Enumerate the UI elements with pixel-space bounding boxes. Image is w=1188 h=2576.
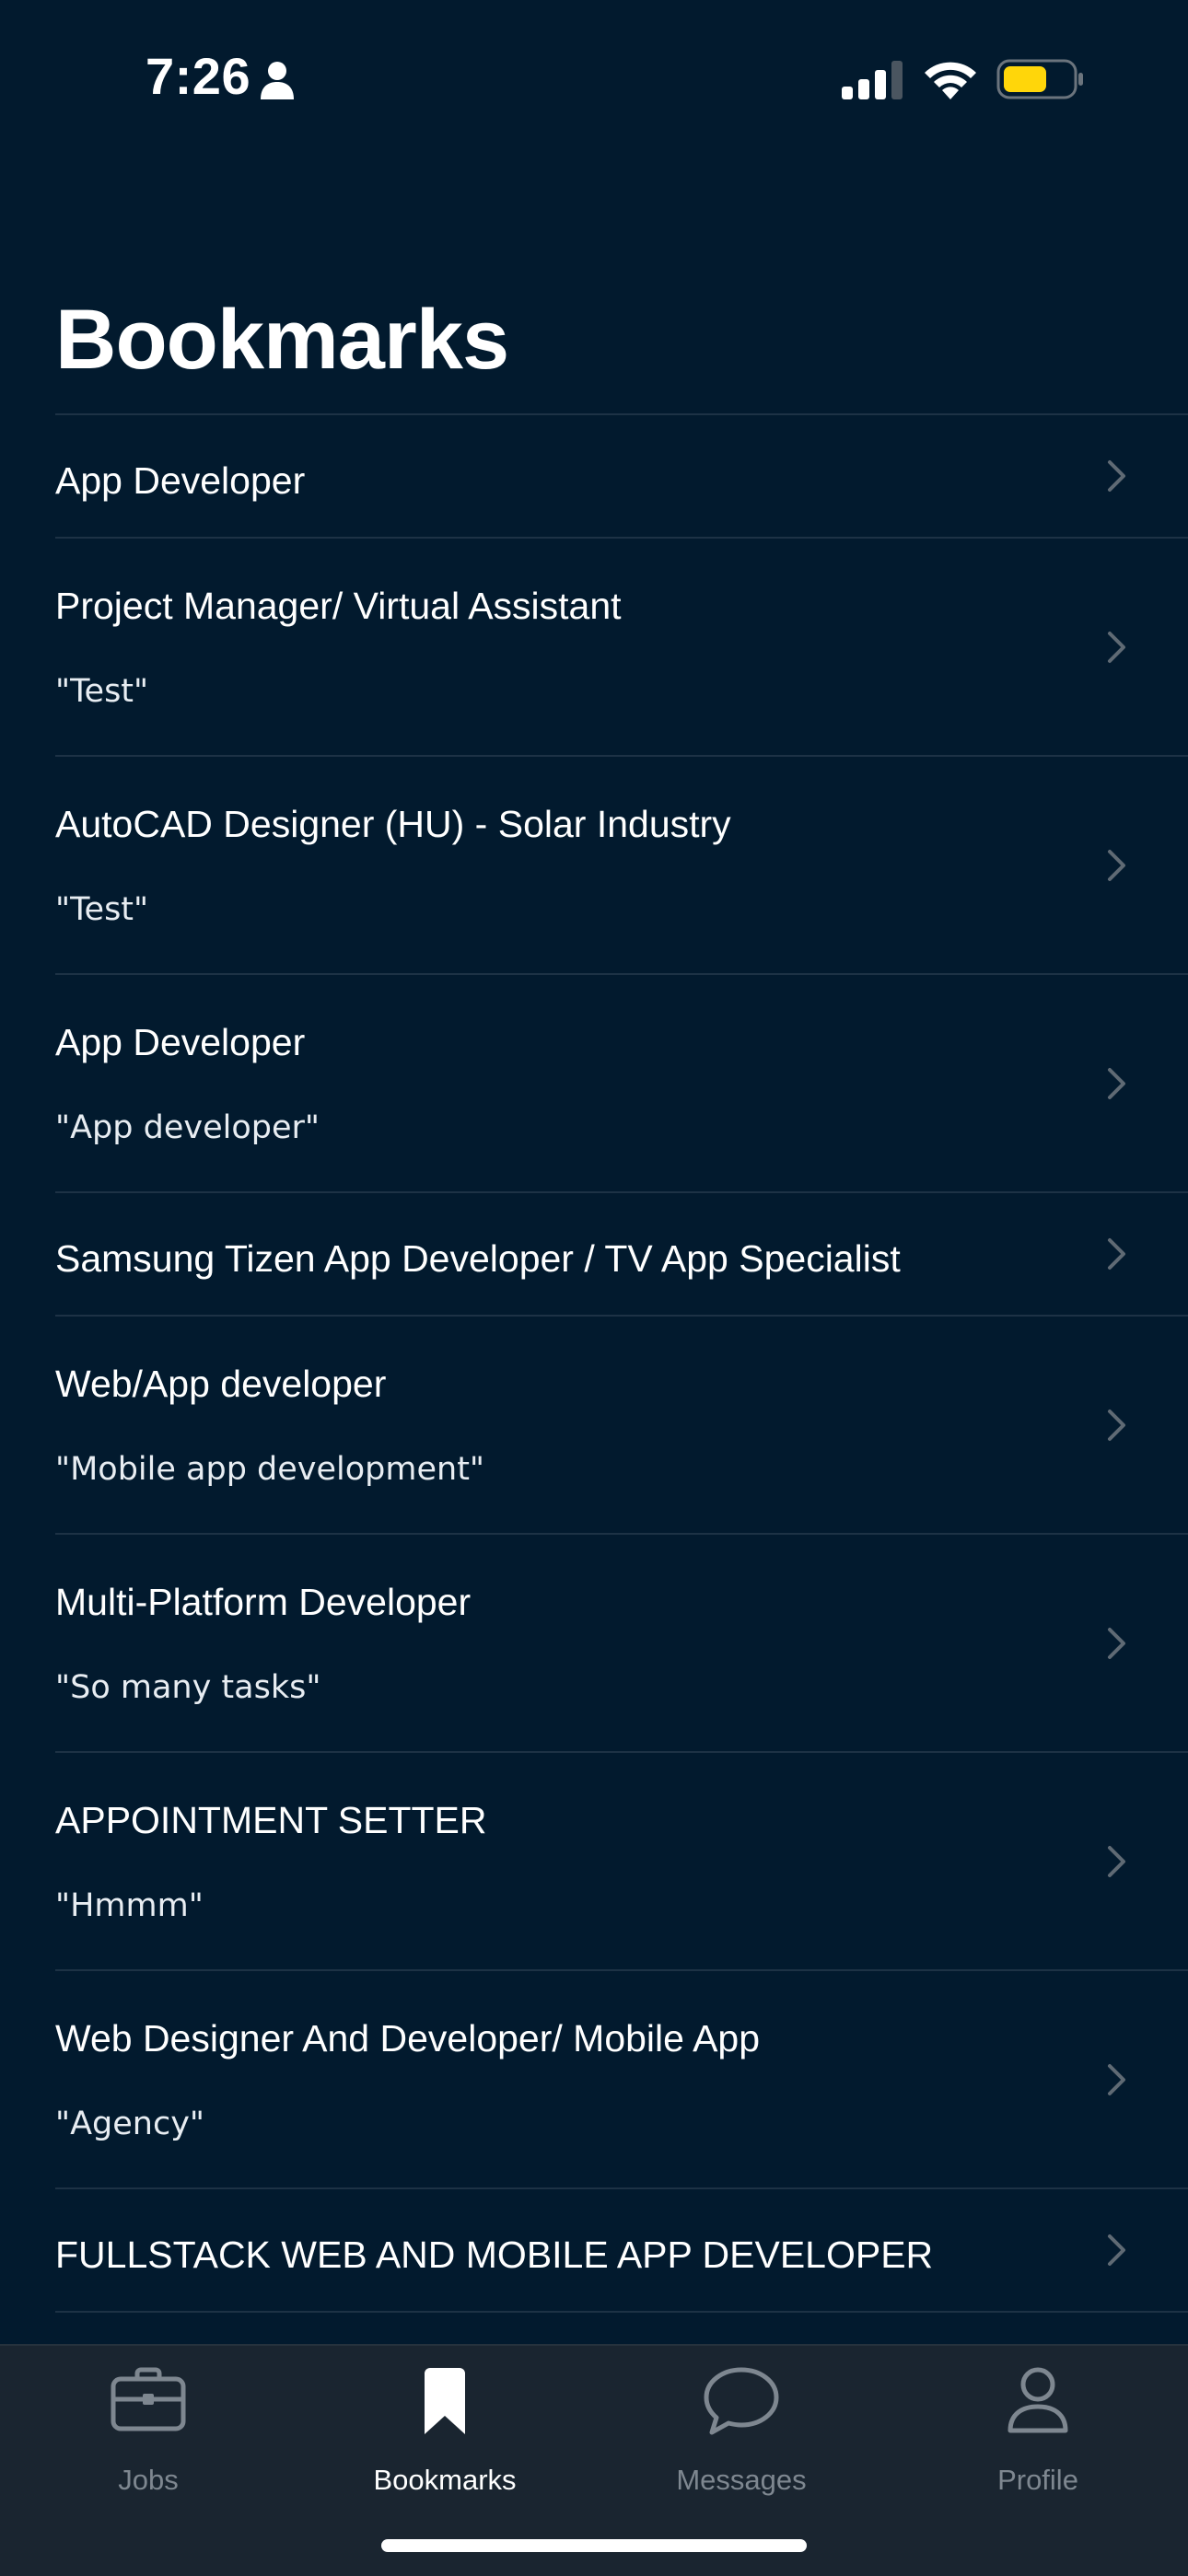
bookmark-note: "Hmmm" [55,1887,204,1924]
status-bar: 7:26 [0,0,1188,166]
bookmark-title: App Developer [55,1021,306,1063]
bookmarks-list: App Developer Project Manager/ Virtual A… [55,413,1188,2313]
bookmark-icon [425,2368,465,2434]
bookmark-row[interactable]: App Developer [55,413,1188,537]
bookmark-title: Web/App developer [55,1363,387,1405]
bookmark-row[interactable]: AutoCAD Designer (HU) - Solar Industry "… [55,755,1188,973]
page-title: Bookmarks [55,293,509,387]
bookmark-row[interactable]: App Developer "App developer" [55,973,1188,1191]
chevron-right-icon [1108,2064,1125,2095]
chevron-right-icon [1108,1628,1125,1659]
status-time: 7:26 [146,47,251,105]
bookmark-note: "App developer" [55,1109,320,1146]
person-icon [261,62,294,99]
bookmark-note: "Test" [55,673,149,710]
chevron-right-icon [1108,1238,1125,1270]
list-divider [55,2311,1188,2313]
tab-label: Profile [997,2464,1078,2496]
chevron-right-icon [1108,1068,1125,1099]
chevron-right-icon [1108,1410,1125,1441]
bookmark-title: Multi-Platform Developer [55,1581,472,1623]
tab-label: Jobs [118,2464,179,2496]
bookmark-title: APPOINTMENT SETTER [55,1799,487,1841]
tab-label: Messages [676,2464,807,2496]
home-indicator[interactable] [381,2539,807,2552]
person-icon [1007,2367,1068,2433]
tab-jobs[interactable]: Jobs [0,2346,297,2530]
bookmark-note: "Test" [55,891,149,928]
signal-icon [842,61,903,99]
bookmark-title: App Developer [55,459,306,502]
bookmark-row[interactable]: Web/App developer "Mobile app developmen… [55,1315,1188,1533]
tab-profile[interactable]: Profile [890,2346,1186,2530]
battery-icon [996,59,1083,99]
bookmark-row[interactable]: Multi-Platform Developer "So many tasks" [55,1533,1188,1751]
chevron-right-icon [1108,632,1125,663]
bookmark-title: Web Designer And Developer/ Mobile App [55,2017,761,2060]
bookmark-row[interactable]: Samsung Tizen App Developer / TV App Spe… [55,1191,1188,1315]
wifi-icon [925,62,976,99]
bookmark-row[interactable]: FULLSTACK WEB AND MOBILE APP DEVELOPER [55,2187,1188,2311]
bookmark-row[interactable]: Web Designer And Developer/ Mobile App "… [55,1969,1188,2187]
bookmark-note: "Mobile app development" [55,1451,485,1488]
tab-messages[interactable]: Messages [593,2346,890,2530]
bookmark-note: "Agency" [55,2106,205,2142]
bookmark-title: AutoCAD Designer (HU) - Solar Industry [55,803,731,845]
bookmark-row[interactable]: APPOINTMENT SETTER "Hmmm" [55,1751,1188,1969]
tab-label: Bookmarks [373,2464,517,2496]
bookmark-title: Project Manager/ Virtual Assistant [55,585,622,627]
chat-bubble-icon [704,2367,779,2435]
bookmark-note: "So many tasks" [55,1669,321,1706]
briefcase-icon [111,2367,186,2431]
chevron-right-icon [1108,850,1125,881]
tab-bookmarks[interactable]: Bookmarks [297,2346,593,2530]
chevron-right-icon [1108,460,1125,492]
chevron-right-icon [1108,1846,1125,1877]
bookmark-title: FULLSTACK WEB AND MOBILE APP DEVELOPER [55,2234,934,2276]
chevron-right-icon [1108,2234,1125,2266]
bookmark-title: Samsung Tizen App Developer / TV App Spe… [55,1237,901,1280]
bookmark-row[interactable]: Project Manager/ Virtual Assistant "Test… [55,537,1188,755]
